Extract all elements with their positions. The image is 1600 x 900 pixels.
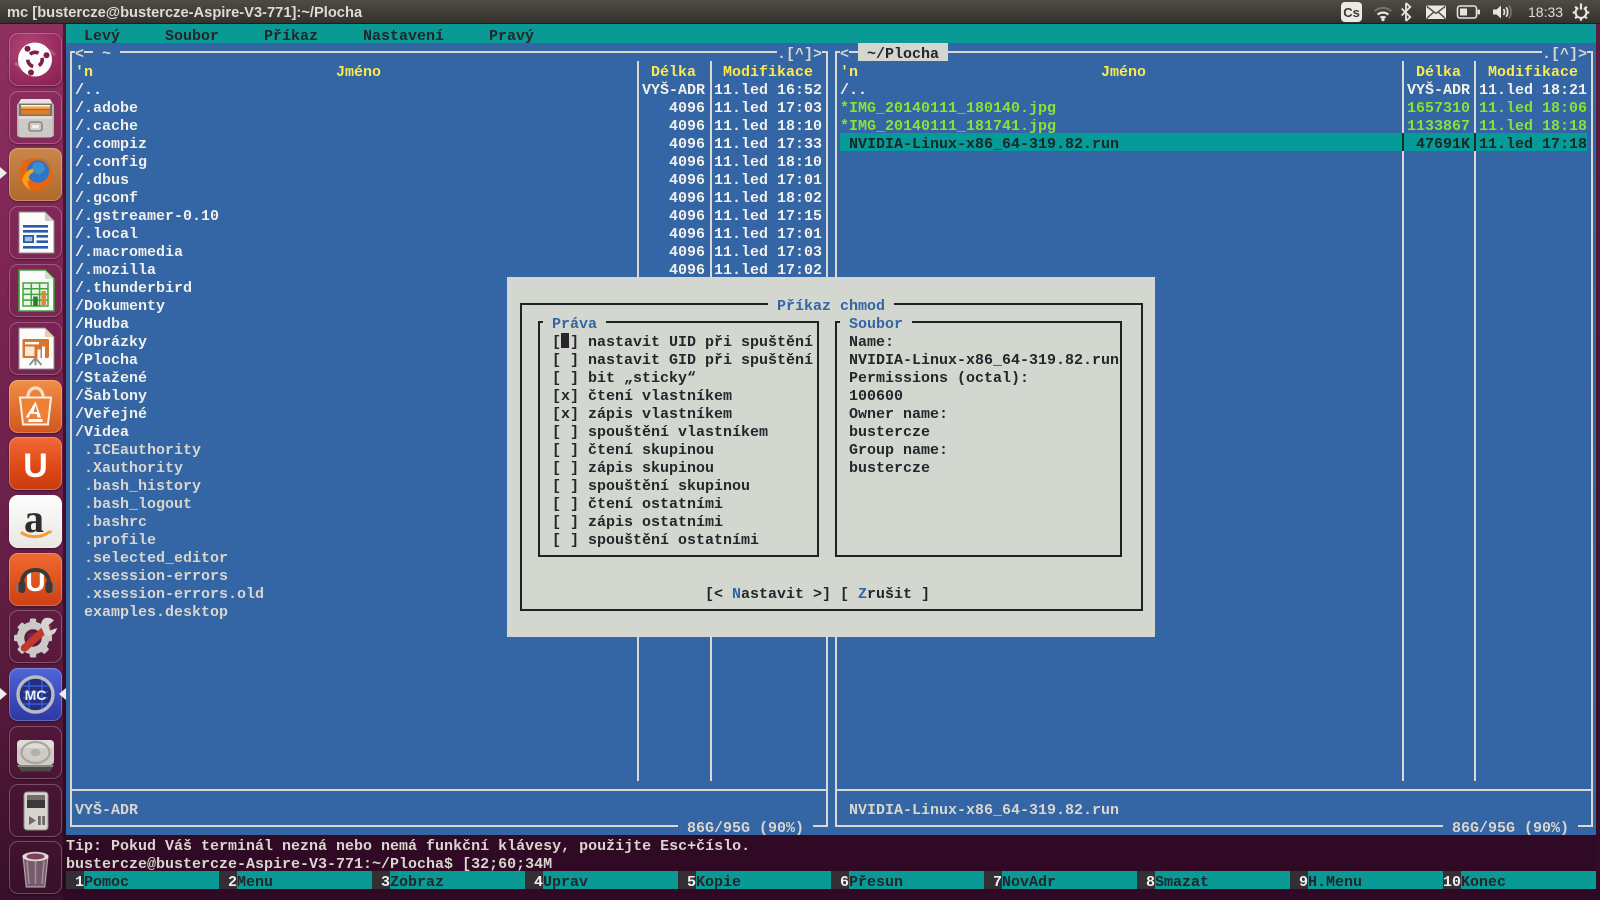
svg-text:Cs: Cs — [1343, 5, 1360, 20]
svg-text:U: U — [23, 447, 48, 485]
svg-text:MC: MC — [25, 687, 47, 703]
svg-text:18:33: 18:33 — [1528, 4, 1563, 20]
